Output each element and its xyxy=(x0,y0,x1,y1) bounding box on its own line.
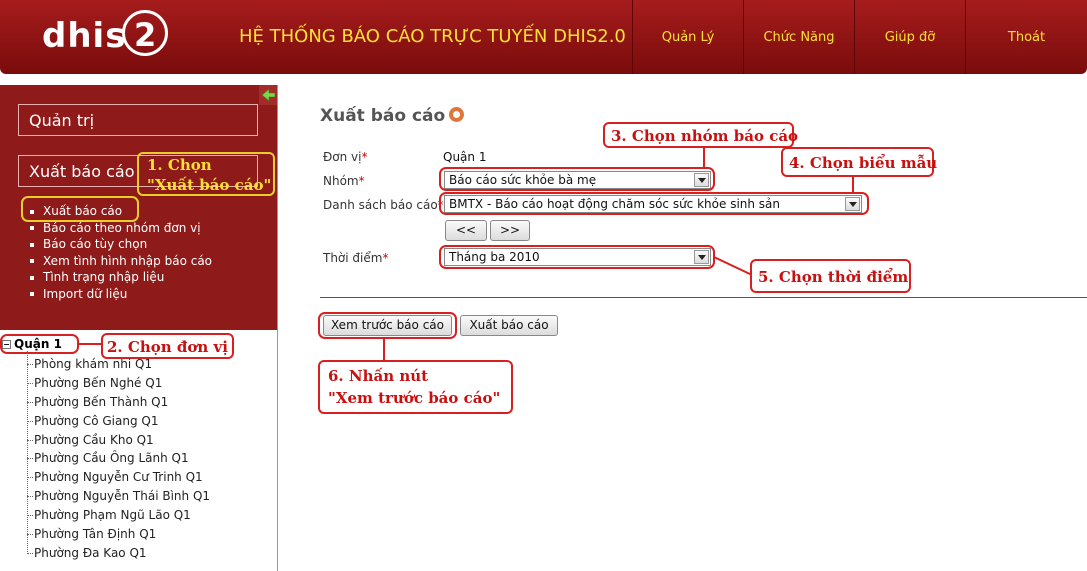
bullet-icon xyxy=(30,242,34,247)
back-arrow-icon xyxy=(261,88,276,102)
tree-node[interactable]: Phường Cầu Kho Q1 xyxy=(27,431,210,450)
thoi-diem-label-text: Thời điểm xyxy=(323,251,383,265)
connector-line xyxy=(79,343,102,345)
logo-number: 2 xyxy=(134,16,157,54)
danh-sach-label-text: Danh sách báo cáo xyxy=(323,198,438,212)
help-lifebuoy-icon[interactable] xyxy=(449,107,465,122)
menu-item-label: Xem tình hình nhập báo cáo xyxy=(43,253,213,268)
nav-thoat[interactable]: Thoát xyxy=(965,0,1087,74)
nav-giup-do[interactable]: Giúp đỡ xyxy=(854,0,965,74)
bullet-icon xyxy=(30,226,34,231)
page-title: Xuất báo cáo xyxy=(320,106,465,126)
bullet-icon xyxy=(30,275,34,280)
don-vi-value: Quận 1 xyxy=(443,150,487,164)
highlight-ring-danh-sach xyxy=(439,192,869,215)
annotation-1-line1: 1. Chọn xyxy=(147,156,212,174)
nhom-label-text: Nhóm xyxy=(323,174,359,188)
page-title-text: Xuất báo cáo xyxy=(320,106,446,126)
logo-text: dhis xyxy=(42,16,127,56)
annotation-3: 3. Chọn nhóm báo cáo xyxy=(603,122,798,148)
connector-line xyxy=(703,146,705,168)
sidebar-divider xyxy=(277,85,278,571)
collapse-sidebar-button[interactable] xyxy=(259,85,277,105)
top-nav: Quản Lý Chức Năng Giúp đỡ Thoát xyxy=(632,0,1087,74)
annotation-6-line1: 6. Nhấn nút xyxy=(328,367,429,385)
don-vi-label: Đơn vị* xyxy=(323,150,368,164)
highlight-ring-preview xyxy=(318,312,457,339)
required-mark: * xyxy=(361,150,368,164)
nhom-label: Nhóm* xyxy=(323,174,365,188)
tree-node[interactable]: Phường Nguyễn Cư Trinh Q1 xyxy=(27,468,210,487)
highlight-ring-thoi-diem xyxy=(439,245,715,269)
connector-line xyxy=(383,339,385,361)
connector-line xyxy=(852,177,854,193)
tree-node[interactable]: Phường Tân Định Q1 xyxy=(27,525,210,544)
bullet-icon xyxy=(30,259,34,264)
annotation-1-line2: "Xuất báo cáo" xyxy=(147,176,272,194)
menu-item-label: Import dữ liệu xyxy=(43,286,128,301)
next-button[interactable]: >> xyxy=(490,220,530,241)
menu-item-label: Tình trạng nhập liệu xyxy=(43,270,165,285)
annotation-6: 6. Nhấn nút "Xem trước báo cáo" xyxy=(318,360,513,414)
prev-button[interactable]: << xyxy=(445,220,487,241)
tree-node[interactable]: Phường Bến Nghé Q1 xyxy=(27,374,210,393)
don-vi-label-text: Đơn vị xyxy=(323,150,362,164)
highlight-ring-nhom xyxy=(439,167,715,191)
highlight-ring-tree-root xyxy=(0,334,79,354)
menu-item-tinh-trang[interactable]: Tình trạng nhập liệu xyxy=(30,269,212,286)
required-mark: * xyxy=(358,174,365,188)
annotation-4: 4. Chọn biểu mẫu xyxy=(781,147,937,177)
menu-item-bao-cao-nhom[interactable]: Báo cáo theo nhóm đơn vị xyxy=(30,220,212,237)
annotation-5: 5. Chọn thời điểm xyxy=(750,259,911,293)
menu-item-label: Báo cáo theo nhóm đơn vị xyxy=(43,220,201,235)
annotation-6-line2: "Xem trước báo cáo" xyxy=(328,389,501,407)
form-divider xyxy=(320,297,1087,298)
header-bar: dhis 2 HỆ THỐNG BÁO CÁO TRỰC TUYẾN DHIS2… xyxy=(0,0,1087,74)
menu-item-xem-tinh-hinh[interactable]: Xem tình hình nhập báo cáo xyxy=(30,253,212,270)
menu-item-bao-cao-tuy-chon[interactable]: Báo cáo tùy chọn xyxy=(30,236,212,253)
annotation-1: 1. Chọn "Xuất báo cáo" xyxy=(137,152,275,196)
nav-chuc-nang[interactable]: Chức Năng xyxy=(743,0,854,74)
tree-node[interactable]: Phường Cầu Ông Lãnh Q1 xyxy=(27,449,210,468)
dhis2-logo[interactable]: dhis 2 xyxy=(42,10,172,65)
tree-node[interactable]: Phường Cô Giang Q1 xyxy=(27,412,210,431)
tree-node[interactable]: Phường Phạm Ngũ Lão Q1 xyxy=(27,506,210,525)
highlight-ring-menu xyxy=(21,196,139,222)
nav-quan-ly[interactable]: Quản Lý xyxy=(632,0,743,74)
site-title: HỆ THỐNG BÁO CÁO TRỰC TUYẾN DHIS2.0 xyxy=(239,26,626,47)
export-report-button[interactable]: Xuất báo cáo xyxy=(460,315,558,336)
menu-item-label: Báo cáo tùy chọn xyxy=(43,237,148,252)
menu-item-import[interactable]: Import dữ liệu xyxy=(30,286,212,303)
sidebar-section-quan-tri[interactable]: Quản trị xyxy=(18,104,258,136)
tree-node[interactable]: Phường Bến Thành Q1 xyxy=(27,393,210,412)
tree-children: Phòng khám nhi Q1 Phường Bến Nghé Q1 Phư… xyxy=(27,355,210,563)
bullet-icon xyxy=(30,292,34,297)
connector-line xyxy=(714,256,753,276)
danh-sach-label: Danh sách báo cáo* xyxy=(323,198,444,212)
annotation-2: 2. Chọn đơn vị xyxy=(101,333,234,359)
tree-node[interactable]: Phường Nguyễn Thái Bình Q1 xyxy=(27,487,210,506)
tree-node[interactable]: Phường Đa Kao Q1 xyxy=(27,544,210,563)
thoi-diem-label: Thời điểm* xyxy=(323,251,388,265)
required-mark: * xyxy=(382,251,389,265)
app-root: dhis 2 HỆ THỐNG BÁO CÁO TRỰC TUYẾN DHIS2… xyxy=(0,0,1087,571)
